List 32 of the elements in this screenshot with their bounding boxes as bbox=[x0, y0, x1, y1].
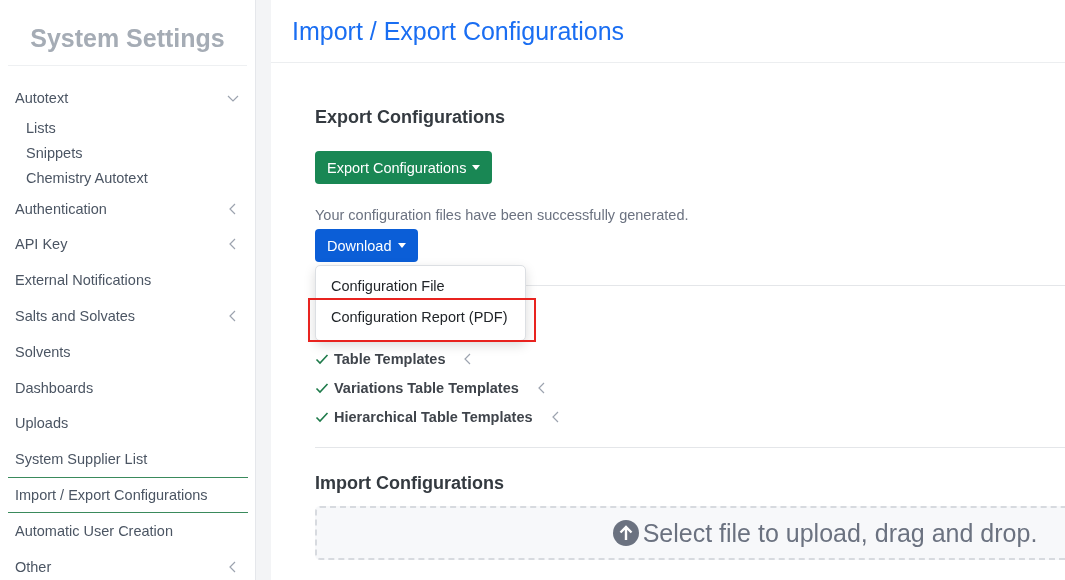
sidebar-item[interactable]: Salts and Solvates bbox=[8, 298, 248, 334]
sidebar-subitem[interactable]: Lists bbox=[0, 115, 255, 141]
sidebar-item[interactable]: External Notifications bbox=[8, 262, 248, 299]
sidebar-item[interactable]: Authentication bbox=[8, 190, 248, 227]
sidebar-item[interactable]: Dashboards bbox=[8, 369, 248, 406]
upload-icon bbox=[612, 520, 639, 546]
sidebar-item[interactable]: API Key bbox=[8, 226, 248, 263]
sidebar-title: System Settings bbox=[8, 0, 247, 66]
section-heading: Import Configurations bbox=[315, 473, 505, 494]
sidebar-subitem[interactable]: Snippets bbox=[0, 140, 255, 166]
template-label: Variations Table Templates bbox=[334, 379, 519, 396]
export-button[interactable]: Export Configurations bbox=[315, 151, 493, 184]
section-heading: Export Configurations bbox=[315, 107, 506, 128]
page-title: Import / Export Configurations bbox=[292, 16, 625, 46]
sidebar-item[interactable]: Import / Export Configurations bbox=[8, 477, 248, 513]
file-dropzone[interactable]: Select file to upload, drag and drop. bbox=[315, 506, 1065, 560]
caret-icon bbox=[472, 165, 481, 170]
caret-icon bbox=[397, 243, 406, 248]
highlighted-menu-item[interactable]: Configuration Report (PDF) bbox=[308, 298, 536, 342]
menu-item[interactable]: Configuration File bbox=[316, 272, 525, 301]
template-label: Hierarchical Table Templates bbox=[334, 408, 533, 425]
sidebar-item[interactable]: Other bbox=[8, 548, 248, 580]
dropzone-text: Select file to upload, drag and drop. bbox=[642, 518, 1038, 548]
template-label: Table Templates bbox=[334, 350, 446, 367]
sidebar-subitem[interactable]: Chemistry Autotext bbox=[0, 165, 255, 191]
success-message: Your configuration files have been successfully generated. bbox=[315, 207, 690, 223]
sidebar-item[interactable]: Uploads bbox=[8, 405, 248, 442]
sidebar-item[interactable]: Automatic User Creation bbox=[8, 512, 248, 549]
sidebar-item[interactable]: System Supplier List bbox=[8, 441, 248, 478]
sidebar-item[interactable]: Autotext bbox=[8, 80, 248, 116]
sidebar-item[interactable]: Solvents bbox=[8, 334, 248, 370]
download-button[interactable]: Download bbox=[315, 229, 418, 262]
